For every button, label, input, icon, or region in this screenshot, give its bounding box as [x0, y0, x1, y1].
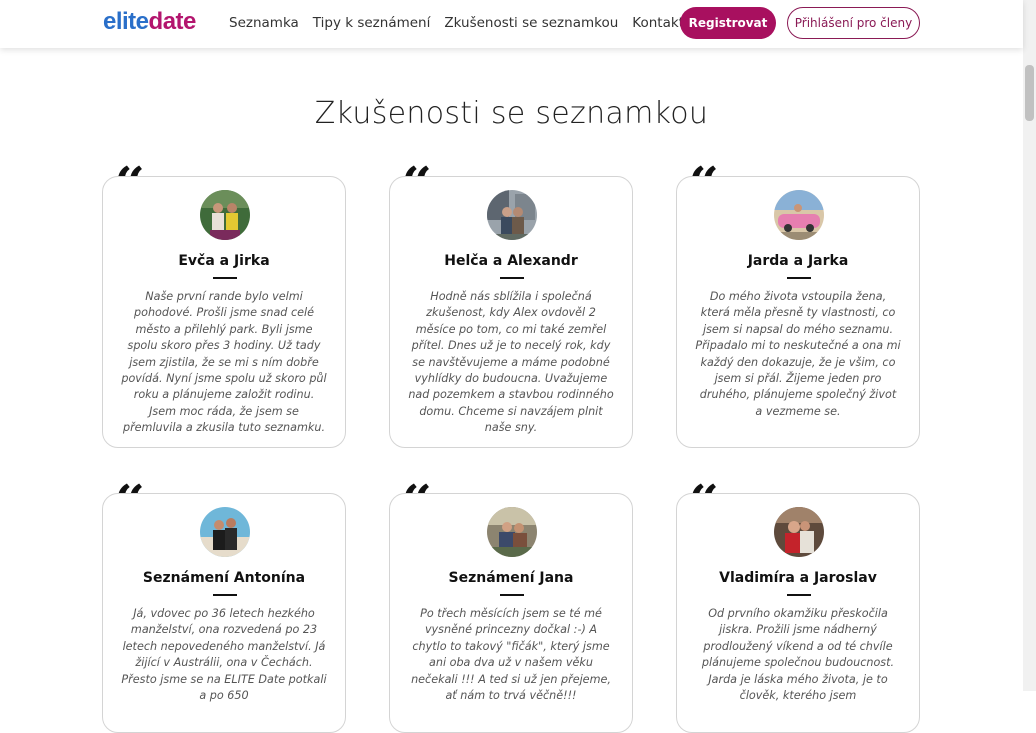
card-name: Evča a Jirka: [178, 253, 270, 269]
testimonial-card: Evča a Jirka Naše první rande bylo velmi…: [102, 176, 346, 448]
divider: [787, 594, 811, 596]
site-header: elitedate Seznamka Tipy k seznámení Zkuš…: [0, 0, 1023, 48]
card-text: Naše první rande bylo velmi pohodové. Pr…: [121, 290, 327, 435]
card-text: Do mého života vstoupila žena, která měl…: [695, 290, 901, 418]
divider: [787, 277, 811, 279]
logo-date: date: [148, 8, 197, 35]
card-text: Hodně nás sblížila i společná zkušenost,…: [408, 290, 614, 435]
testimonial-card: Seznámení Jana Po třech měsících jsem se…: [389, 493, 633, 733]
main-nav: Seznamka Tipy k seznámení Zkušenosti se …: [229, 15, 698, 31]
nav-link-seznamka[interactable]: Seznamka: [229, 15, 299, 31]
avatar: [487, 190, 537, 240]
divider: [213, 277, 237, 279]
logo-elite: elite: [103, 8, 149, 35]
divider: [500, 277, 524, 279]
register-button[interactable]: Registrovat: [680, 7, 776, 39]
nav-link-tipy[interactable]: Tipy k seznámení: [313, 15, 431, 31]
testimonial-card: Jarda a Jarka Do mého života vstoupila ž…: [676, 176, 920, 448]
divider: [500, 594, 524, 596]
card-name: Seznámení Jana: [448, 570, 574, 586]
nav-link-kontakt[interactable]: Kontakt: [632, 15, 684, 31]
testimonial-card: Seznámení Antonína Já, vdovec po 36 lete…: [102, 493, 346, 733]
logo[interactable]: elitedate: [103, 8, 196, 36]
scrollbar-thumb[interactable]: [1025, 65, 1034, 121]
divider: [213, 594, 237, 596]
testimonial-card: Vladimíra a Jaroslav Od prvního okamžiku…: [676, 493, 920, 733]
card-name: Helča a Alexandr: [444, 253, 578, 269]
avatar: [774, 190, 824, 240]
card-name: Vladimíra a Jaroslav: [719, 570, 877, 586]
avatar: [774, 507, 824, 557]
nav-link-zkusenosti[interactable]: Zkušenosti se seznamkou: [444, 15, 618, 31]
card-text: Já, vdovec po 36 letech hezkého manželst…: [121, 607, 327, 703]
page-title: Zkušenosti se seznamkou: [314, 96, 709, 131]
card-name: Jarda a Jarka: [747, 253, 849, 269]
avatar: [200, 507, 250, 557]
testimonial-card: Helča a Alexandr Hodně nás sblížila i sp…: [389, 176, 633, 448]
card-name: Seznámení Antonína: [142, 570, 306, 586]
avatar: [200, 190, 250, 240]
card-text: Po třech měsících jsem se té mé vysněné …: [411, 607, 611, 703]
page-scrollbar[interactable]: [1023, 0, 1036, 691]
avatar: [487, 507, 537, 557]
login-button[interactable]: Přihlášení pro členy: [787, 7, 920, 39]
card-text: Od prvního okamžiku přeskočila jiskra. P…: [701, 607, 895, 703]
